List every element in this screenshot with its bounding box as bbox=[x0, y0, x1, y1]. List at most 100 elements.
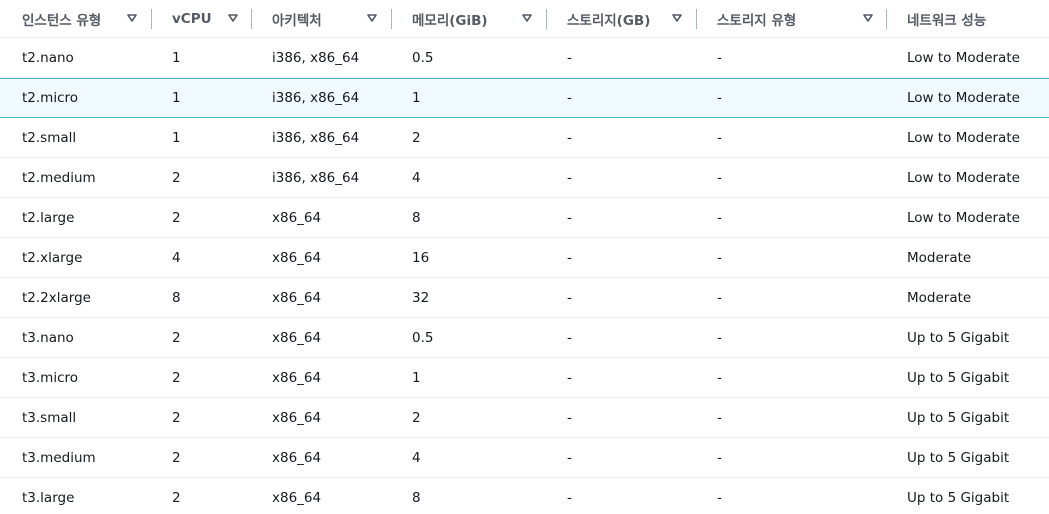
cell-storage-type: - bbox=[717, 369, 722, 386]
table-row[interactable]: t2.nano 1 i386, x86_64 0.5 - - Low to Moderate bbox=[0, 38, 1049, 78]
column-header-label: 메모리(GiB) bbox=[412, 12, 488, 29]
cell-storage-type: - bbox=[717, 249, 722, 266]
cell-memory: 8 bbox=[412, 489, 421, 506]
column-header-network-performance[interactable]: 네트워크 성능 bbox=[907, 0, 986, 37]
column-resize-divider[interactable] bbox=[546, 9, 547, 29]
column-header-instance-type[interactable]: 인스턴스 유형 bbox=[22, 0, 101, 37]
sort-caret-down-icon[interactable] bbox=[671, 12, 683, 24]
column-header-vcpu[interactable]: vCPU bbox=[172, 0, 212, 37]
cell-memory: 2 bbox=[412, 129, 421, 146]
cell-vcpu: 8 bbox=[172, 289, 181, 306]
instance-type-table: 인스턴스 유형 vCPU 아키텍처 메모리(GiB) 스토리지(GB) 스토리지 유형 네트… bbox=[0, 0, 1049, 514]
table-row[interactable]: t3.large 2 x86_64 8 - - Up to 5 Gigabit bbox=[0, 478, 1049, 514]
cell-network-performance: Low to Moderate bbox=[907, 90, 1020, 106]
column-header-label: vCPU bbox=[172, 10, 212, 27]
column-resize-divider[interactable] bbox=[151, 9, 152, 29]
table-row[interactable]: t3.micro 2 x86_64 1 - - Up to 5 Gigabit bbox=[0, 358, 1049, 398]
table-row[interactable]: t3.medium 2 x86_64 4 - - Up to 5 Gigabit bbox=[0, 438, 1049, 478]
cell-vcpu: 2 bbox=[172, 369, 181, 386]
cell-network-performance: Low to Moderate bbox=[907, 169, 1020, 186]
table-header: 인스턴스 유형 vCPU 아키텍처 메모리(GiB) 스토리지(GB) 스토리지 유형 네트… bbox=[0, 0, 1049, 38]
cell-storage-type: - bbox=[717, 289, 722, 306]
cell-memory: 4 bbox=[412, 169, 421, 186]
cell-network-performance: Moderate bbox=[907, 249, 972, 266]
table-row-selected[interactable]: t2.micro 1 i386, x86_64 1 - - Low to Moderate bbox=[0, 78, 1049, 118]
column-header-label: 스토리지 유형 bbox=[717, 12, 797, 29]
cell-network-performance: Low to Moderate bbox=[907, 49, 1020, 66]
cell-architecture: x86_64 bbox=[272, 289, 322, 306]
cell-memory: 4 bbox=[412, 449, 421, 466]
column-header-memory[interactable]: 메모리(GiB) bbox=[412, 0, 488, 37]
column-resize-divider[interactable] bbox=[886, 9, 887, 29]
cell-network-performance: Up to 5 Gigabit bbox=[907, 369, 1010, 386]
cell-network-performance: Up to 5 Gigabit bbox=[907, 489, 1010, 506]
column-header-storage[interactable]: 스토리지(GB) bbox=[567, 0, 650, 37]
cell-storage: - bbox=[567, 249, 572, 266]
table-row[interactable]: t2.xlarge 4 x86_64 16 - - Moderate bbox=[0, 238, 1049, 278]
table-row[interactable]: t2.2xlarge 8 x86_64 32 - - Moderate bbox=[0, 278, 1049, 318]
cell-architecture: x86_64 bbox=[272, 409, 322, 426]
table-row[interactable]: t3.small 2 x86_64 2 - - Up to 5 Gigabit bbox=[0, 398, 1049, 438]
table-row[interactable]: t3.nano 2 x86_64 0.5 - - Up to 5 Gigabit bbox=[0, 318, 1049, 358]
cell-vcpu: 1 bbox=[172, 129, 181, 146]
cell-instance-type: t2.medium bbox=[22, 169, 96, 186]
cell-storage: - bbox=[567, 169, 572, 186]
cell-storage: - bbox=[567, 49, 572, 66]
cell-memory: 16 bbox=[412, 249, 430, 266]
cell-vcpu: 2 bbox=[172, 169, 181, 186]
cell-storage: - bbox=[567, 129, 572, 146]
cell-storage: - bbox=[567, 209, 572, 226]
cell-storage: - bbox=[567, 409, 572, 426]
cell-storage-type: - bbox=[717, 329, 722, 346]
cell-storage: - bbox=[567, 90, 572, 106]
sort-caret-down-icon[interactable] bbox=[521, 12, 533, 24]
cell-storage: - bbox=[567, 449, 572, 466]
column-header-label: 인스턴스 유형 bbox=[22, 12, 102, 29]
cell-memory: 32 bbox=[412, 289, 430, 306]
cell-storage-type: - bbox=[717, 489, 722, 506]
cell-network-performance: Low to Moderate bbox=[907, 129, 1020, 146]
cell-memory: 1 bbox=[412, 369, 421, 386]
sort-caret-down-icon[interactable] bbox=[862, 12, 874, 24]
cell-architecture: x86_64 bbox=[272, 489, 322, 506]
cell-architecture: x86_64 bbox=[272, 249, 322, 266]
cell-network-performance: Up to 5 Gigabit bbox=[907, 409, 1010, 426]
sort-caret-down-icon[interactable] bbox=[126, 12, 138, 24]
cell-architecture: x86_64 bbox=[272, 209, 322, 226]
column-header-label: 스토리지(GB) bbox=[567, 12, 651, 29]
cell-vcpu: 2 bbox=[172, 449, 181, 466]
cell-memory: 2 bbox=[412, 409, 421, 426]
table-row[interactable]: t2.large 2 x86_64 8 - - Low to Moderate bbox=[0, 198, 1049, 238]
cell-memory: 1 bbox=[412, 90, 421, 106]
table-row[interactable]: t2.medium 2 i386, x86_64 4 - - Low to Moderate bbox=[0, 158, 1049, 198]
cell-vcpu: 1 bbox=[172, 90, 181, 106]
cell-network-performance: Up to 5 Gigabit bbox=[907, 449, 1010, 466]
cell-vcpu: 1 bbox=[172, 49, 181, 66]
cell-storage: - bbox=[567, 489, 572, 506]
column-resize-divider[interactable] bbox=[251, 9, 252, 29]
table-row[interactable]: t2.small 1 i386, x86_64 2 - - Low to Moderate bbox=[0, 118, 1049, 158]
column-resize-divider[interactable] bbox=[391, 9, 392, 29]
cell-architecture: x86_64 bbox=[272, 329, 322, 346]
cell-vcpu: 2 bbox=[172, 489, 181, 506]
cell-instance-type: t2.xlarge bbox=[22, 249, 83, 266]
column-resize-divider[interactable] bbox=[696, 9, 697, 29]
cell-architecture: i386, x86_64 bbox=[272, 90, 360, 106]
cell-storage-type: - bbox=[717, 49, 722, 66]
column-header-label: 네트워크 성능 bbox=[907, 12, 987, 29]
cell-vcpu: 2 bbox=[172, 409, 181, 426]
cell-instance-type: t3.nano bbox=[22, 329, 74, 346]
cell-instance-type: t2.small bbox=[22, 129, 77, 146]
sort-caret-down-icon[interactable] bbox=[227, 12, 239, 24]
cell-storage-type: - bbox=[717, 209, 722, 226]
column-header-storage-type[interactable]: 스토리지 유형 bbox=[717, 0, 796, 37]
cell-storage-type: - bbox=[717, 409, 722, 426]
cell-architecture: x86_64 bbox=[272, 369, 322, 386]
column-header-architecture[interactable]: 아키텍처 bbox=[272, 0, 322, 37]
cell-network-performance: Low to Moderate bbox=[907, 209, 1020, 226]
cell-vcpu: 4 bbox=[172, 249, 181, 266]
cell-vcpu: 2 bbox=[172, 329, 181, 346]
cell-instance-type: t3.small bbox=[22, 409, 77, 426]
sort-caret-down-icon[interactable] bbox=[366, 12, 378, 24]
cell-architecture: i386, x86_64 bbox=[272, 129, 360, 146]
